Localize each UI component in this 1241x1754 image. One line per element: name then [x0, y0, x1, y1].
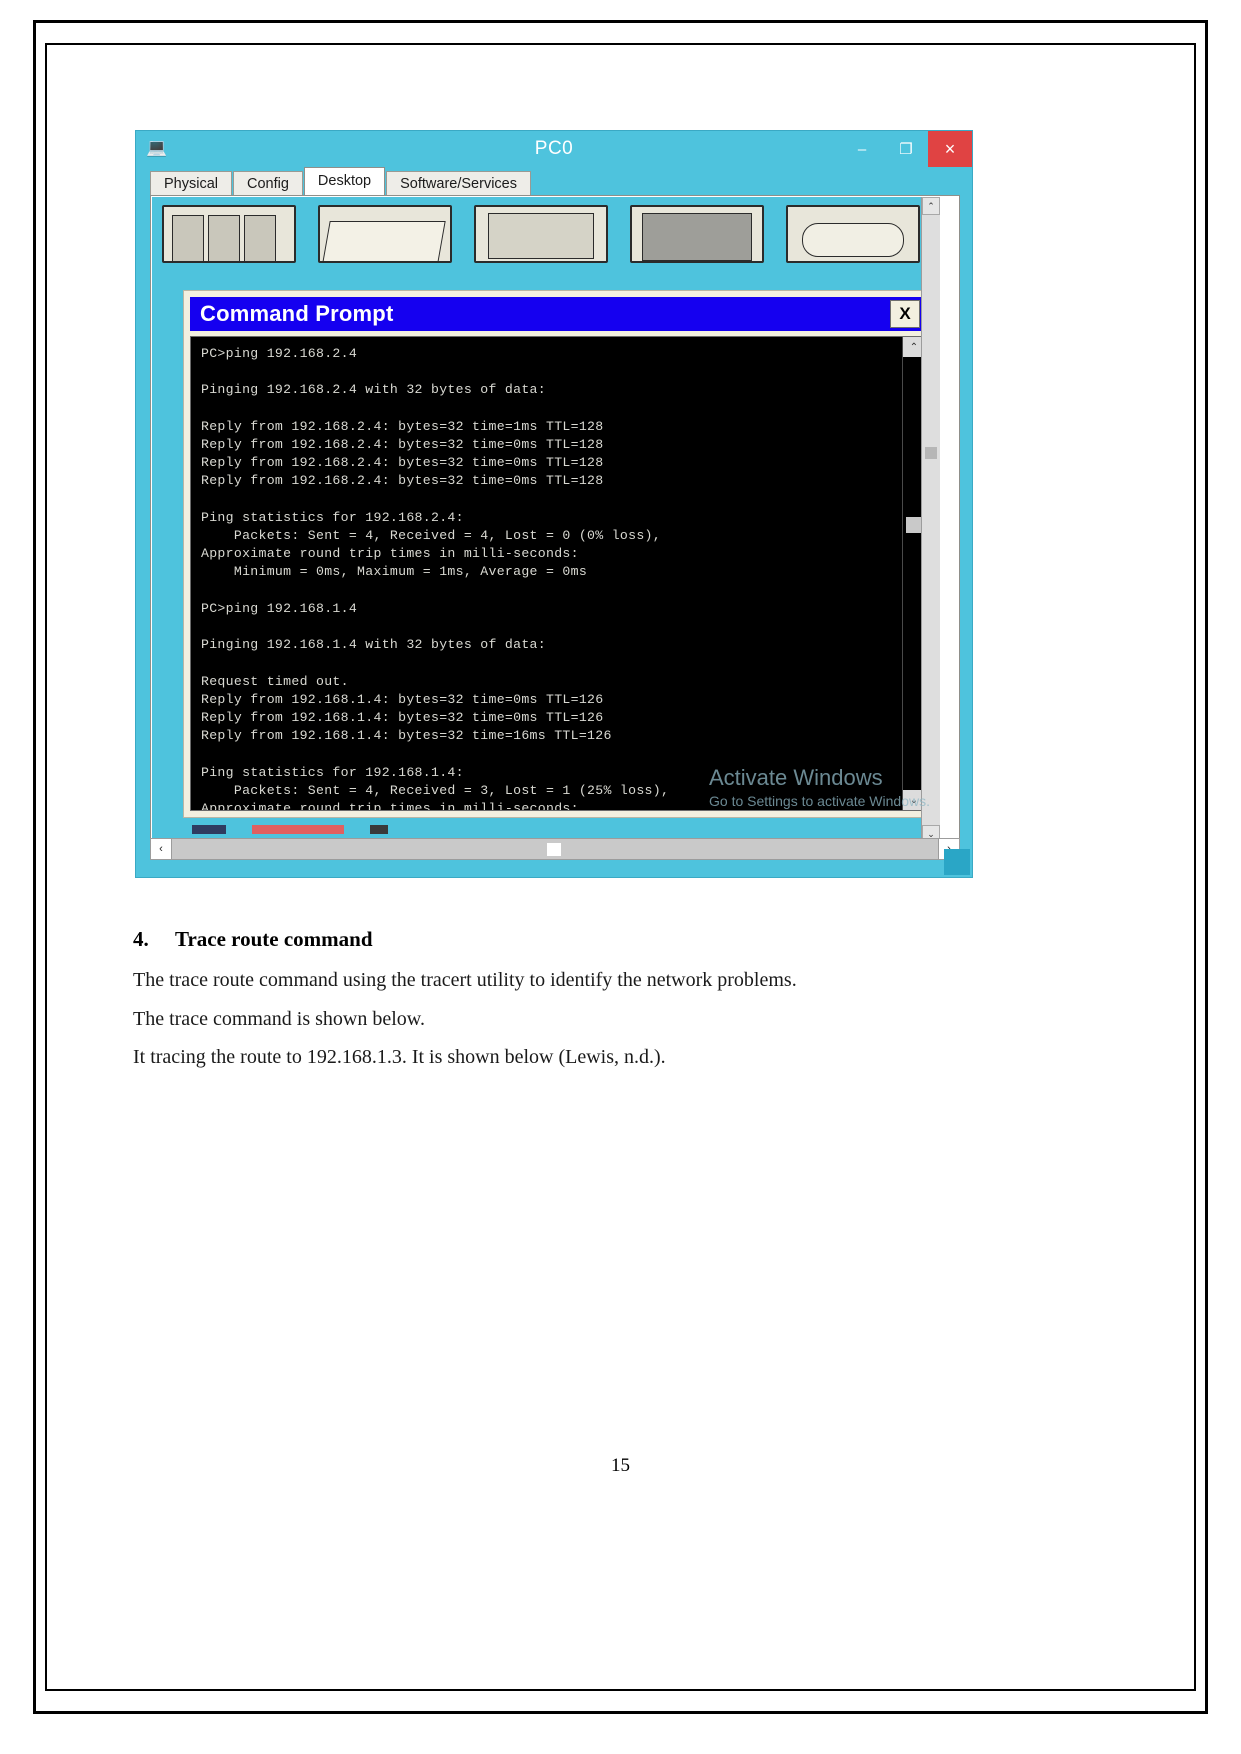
desktop-panel: Command Prompt X PC>ping 192.168.2.4 Pin…: [150, 195, 960, 843]
terminal-screen: PC>ping 192.168.2.4 Pinging 192.168.2.4 …: [190, 336, 926, 811]
tab-config[interactable]: Config: [233, 171, 303, 195]
tab-strip: Physical Config Desktop Software/Service…: [150, 167, 532, 195]
scroll-up-icon[interactable]: ⌃: [922, 197, 940, 215]
command-prompt-close-button[interactable]: X: [890, 300, 920, 328]
command-prompt-window: Command Prompt X PC>ping 192.168.2.4 Pin…: [183, 290, 933, 818]
desktop-icon-row-bottom: [192, 825, 492, 839]
close-button[interactable]: ×: [928, 131, 972, 167]
tab-software-services[interactable]: Software/Services: [386, 171, 531, 195]
scrollbar-track[interactable]: [172, 839, 938, 859]
paragraph-1: The trace route command using the tracer…: [133, 969, 797, 991]
scrollbar-thumb[interactable]: [906, 517, 922, 533]
paragraph-3: It tracing the route to 192.168.1.3. It …: [133, 1046, 666, 1068]
window-titlebar: 💻 PC0 – ❐ ×: [136, 131, 972, 167]
tab-physical[interactable]: Physical: [150, 171, 232, 195]
scrollbar-thumb[interactable]: [547, 843, 561, 856]
minimize-button[interactable]: –: [840, 131, 884, 167]
packet-tracer-window: 💻 PC0 – ❐ × Physical Config Desktop Soft…: [135, 130, 973, 878]
heading-text: Trace route command: [175, 927, 373, 951]
tab-desktop[interactable]: Desktop: [303, 167, 386, 195]
desktop-vertical-scrollbar[interactable]: ⌃ ⌄: [921, 197, 940, 843]
window-resize-corner[interactable]: [944, 849, 970, 875]
desktop-icon-row: [162, 205, 940, 265]
desktop-app-icon[interactable]: [786, 205, 920, 263]
command-prompt-title: Command Prompt: [200, 301, 394, 326]
window-horizontal-scrollbar[interactable]: ‹ ›: [150, 838, 960, 860]
page-number: 15: [611, 1455, 630, 1476]
terminal-output[interactable]: PC>ping 192.168.2.4 Pinging 192.168.2.4 …: [191, 337, 902, 810]
scrollbar-thumb[interactable]: [925, 447, 937, 459]
desktop-app-icon[interactable]: [474, 205, 608, 263]
window-controls: – ❐ ×: [840, 131, 972, 167]
command-prompt-titlebar: Command Prompt X: [190, 297, 926, 331]
section-heading: 4. Trace route command: [133, 927, 373, 952]
paragraph-2: The trace command is shown below.: [133, 1008, 425, 1030]
page-content: 💻 PC0 – ❐ × Physical Config Desktop Soft…: [0, 0, 1241, 1754]
desktop-app-icon[interactable]: [162, 205, 296, 263]
heading-number: 4.: [133, 927, 149, 951]
desktop-app-icon[interactable]: [318, 205, 452, 263]
desktop-background: Command Prompt X PC>ping 192.168.2.4 Pin…: [152, 197, 940, 843]
desktop-app-icon[interactable]: [630, 205, 764, 263]
maximize-button[interactable]: ❐: [884, 131, 928, 167]
scroll-left-icon[interactable]: ‹: [151, 839, 172, 859]
